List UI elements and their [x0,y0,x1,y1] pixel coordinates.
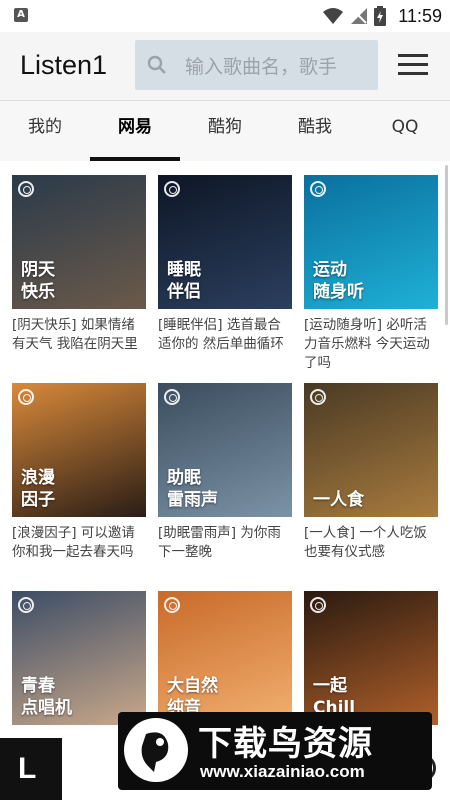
tab-kuwo[interactable]: 酷我 [270,101,360,161]
netease-badge-icon [310,181,326,197]
logo-glyph: L [18,752,37,785]
clock: 11:59 [398,5,442,26]
notification-icon: A [14,8,28,22]
playlist-cover: 一起 Chill [304,591,438,725]
playlist-cover-label: 阴天 快乐 [21,260,55,302]
netease-badge-icon [18,181,34,197]
netease-badge-icon [164,597,180,613]
playlist-cover-label: 一人食 [313,490,364,510]
playlist-card[interactable]: 一人食 [一人食] 一个人吃饭也要有仪式感 [304,383,438,562]
status-bar: A 11:59 [0,0,450,32]
playlist-cover-label: 睡眠 伴侣 [167,260,201,302]
playlist-card[interactable]: 运动 随身听 [运动随身听] 必听活力音乐燃料 今天运动了吗 [304,175,438,373]
search-placeholder: 输入歌曲名，歌手 [185,56,338,78]
playlist-grid: 阴天 快乐 [阴天快乐] 如果情绪有天气 我陷在阴天里 睡眠 伴侣 [睡眠伴侣]… [0,161,450,800]
playlist-cover: 助眠 雷雨声 [158,383,292,517]
scrollbar[interactable] [445,165,448,325]
tab-qq[interactable]: QQ [360,101,450,161]
netease-badge-icon [164,181,180,197]
tab-kugou[interactable]: 酷狗 [180,101,270,161]
menu-icon[interactable] [398,54,428,76]
playlist-cover: 青春 点唱机 [12,591,146,725]
playlist-description: [助眠雷雨声] 为你雨下一整晚 [158,525,281,560]
playlist-cover-label: 运动 随身听 [313,260,364,302]
playlist-cover-label: 助眠 雷雨声 [167,468,218,510]
netease-badge-icon [18,597,34,613]
watermark-url: www.xiazainiao.com [200,762,365,781]
netease-badge-icon [18,389,34,405]
playlist-description: [阴天快乐] 如果情绪有天气 我陷在阴天里 [12,317,138,352]
app-title: Listen1 [20,50,108,80]
playlist-card[interactable]: 助眠 雷雨声 [助眠雷雨声] 为你雨下一整晚 [158,383,292,562]
playlist-cover-label: 浪漫 因子 [21,468,55,510]
playlist-card[interactable]: 一起 Chill [304,591,438,725]
playlist-description: [浪漫因子] 可以邀请你和我一起去春天吗 [12,525,135,560]
playlist-card[interactable]: 睡眠 伴侣 [睡眠伴侣] 选首最合适你的 然后单曲循环 [158,175,292,354]
source-tabs: 我的 网易 酷狗 酷我 QQ [0,101,450,161]
netease-badge-icon [310,597,326,613]
status-icons: 11:59 [322,4,442,28]
signal-icon [351,8,368,24]
playlist-description: [睡眠伴侣] 选首最合适你的 然后单曲循环 [158,317,284,352]
playlist-description: [一人食] 一个人吃饭也要有仪式感 [304,525,427,560]
playlist-card[interactable]: 浪漫 因子 [浪漫因子] 可以邀请你和我一起去春天吗 [12,383,146,562]
playlist-cover: 阴天 快乐 [12,175,146,309]
watermark-title: 下载鸟资源 [198,724,373,764]
playlist-cover: 浪漫 因子 [12,383,146,517]
netease-badge-icon [164,389,180,405]
tab-mine[interactable]: 我的 [0,101,90,161]
netease-badge-icon [310,389,326,405]
search-icon [147,55,166,74]
app-logo: L [0,738,62,800]
playlist-cover: 运动 随身听 [304,175,438,309]
playlist-description: [运动随身听] 必听活力音乐燃料 今天运动了吗 [304,317,430,371]
playlist-cover: 睡眠 伴侣 [158,175,292,309]
watermark-bird-icon [124,718,188,782]
wifi-icon [323,8,344,24]
playlist-cover: 大自然 纯音 [158,591,292,725]
playlist-cover: 一人食 [304,383,438,517]
playlist-cover-label: 青春 点唱机 [21,676,72,718]
playlist-card[interactable]: 青春 点唱机 [12,591,146,725]
playlist-card[interactable]: 阴天 快乐 [阴天快乐] 如果情绪有天气 我陷在阴天里 [12,175,146,354]
battery-icon [374,6,387,26]
search-input[interactable]: 输入歌曲名，歌手 [135,40,378,90]
playlist-card[interactable]: 大自然 纯音 [158,591,292,725]
watermark-banner: 下载鸟资源 www.xiazainiao.com [118,712,432,790]
tab-netease[interactable]: 网易 [90,101,180,161]
app-bar: Listen1 输入歌曲名，歌手 [0,32,450,100]
